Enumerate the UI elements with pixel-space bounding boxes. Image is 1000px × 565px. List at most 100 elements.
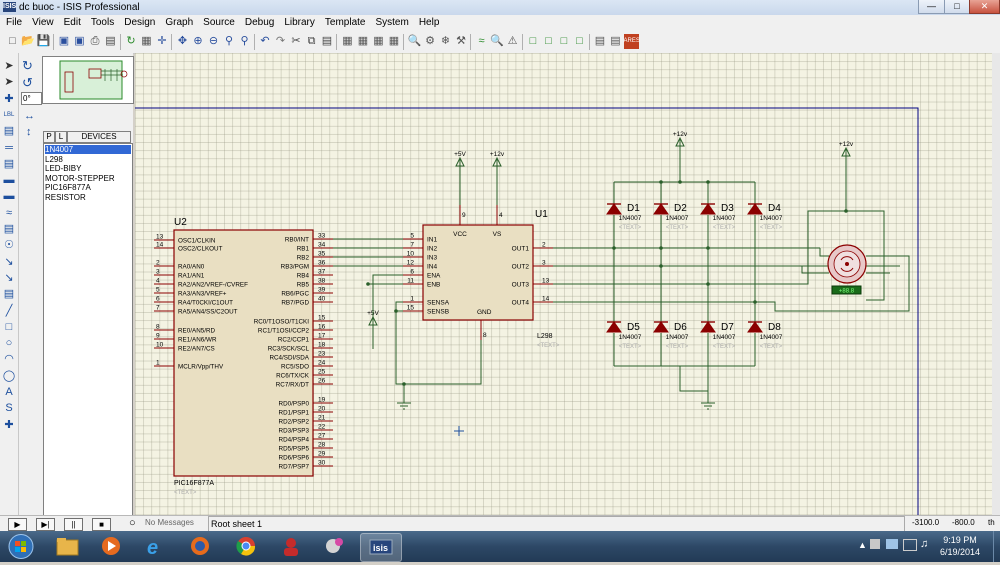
electrical-check-icon[interactable]: ▤ bbox=[608, 34, 623, 49]
schematic-canvas[interactable]: U2 PIC16F877A <TEXT> 13 OSC1/CLKIN 14 OSC2/CLK… bbox=[135, 53, 992, 515]
device-item[interactable]: PIC16F877A bbox=[45, 183, 131, 192]
agent-taskbar-icon[interactable] bbox=[271, 533, 311, 560]
menu-graph[interactable]: Graph bbox=[160, 15, 198, 31]
maximize-button[interactable]: □ bbox=[944, 0, 970, 14]
isis-taskbar-icon[interactable]: isis bbox=[360, 533, 402, 562]
wire-autorouter-icon[interactable]: ≈ bbox=[474, 34, 489, 49]
virtual-instrument-icon[interactable]: ▤ bbox=[2, 287, 16, 301]
explorer-taskbar-icon[interactable] bbox=[47, 533, 87, 560]
subcircuit-icon[interactable]: ▤ bbox=[2, 157, 16, 171]
redo-icon[interactable]: ↷ bbox=[273, 34, 288, 49]
stop-button[interactable]: ■ bbox=[92, 518, 111, 531]
minimize-button[interactable]: — bbox=[918, 0, 945, 14]
zoom-in-icon[interactable]: ⊕ bbox=[191, 34, 206, 49]
paste-icon[interactable]: ▤ bbox=[320, 34, 335, 49]
import-icon[interactable]: ▣ bbox=[57, 34, 72, 49]
decompose-icon[interactable]: ❄ bbox=[438, 34, 453, 49]
terminal-icon[interactable]: ▬ bbox=[2, 173, 16, 187]
menu-source[interactable]: Source bbox=[198, 15, 240, 31]
refresh-icon[interactable]: ↻ bbox=[124, 34, 139, 49]
new-file-icon[interactable]: □ bbox=[5, 34, 20, 49]
mirror-vertical-icon[interactable]: ↕ bbox=[26, 126, 32, 138]
text-icon[interactable]: A bbox=[2, 385, 16, 399]
device-item[interactable]: RESISTOR bbox=[45, 193, 131, 202]
battery-icon[interactable] bbox=[886, 539, 898, 549]
close-button[interactable]: ✕ bbox=[969, 0, 1000, 14]
menu-file[interactable]: File bbox=[1, 15, 27, 31]
menu-template[interactable]: Template bbox=[320, 15, 371, 31]
menu-view[interactable]: View bbox=[27, 15, 59, 31]
tab-library[interactable]: L bbox=[55, 131, 67, 143]
ie-taskbar-icon[interactable]: e bbox=[135, 533, 175, 560]
overview-window[interactable] bbox=[42, 56, 134, 104]
junction-dot-icon[interactable]: ✚ bbox=[2, 92, 16, 106]
bulb-taskbar-icon[interactable] bbox=[315, 533, 355, 560]
zoom-all-icon[interactable]: ⚲ bbox=[222, 34, 237, 49]
media-player-taskbar-icon[interactable] bbox=[91, 533, 131, 560]
voltage-probe-icon[interactable]: ↘ bbox=[2, 255, 16, 269]
current-probe-icon[interactable]: ↘ bbox=[2, 271, 16, 285]
open-file-icon[interactable]: 📂 bbox=[21, 34, 36, 49]
device-pin-icon[interactable]: ▬ bbox=[2, 189, 16, 203]
export-icon[interactable]: ▣ bbox=[72, 34, 87, 49]
symbol-icon[interactable]: S bbox=[2, 401, 16, 415]
network-icon[interactable] bbox=[903, 539, 917, 551]
print-icon[interactable]: ⎙ bbox=[88, 34, 103, 49]
device-item[interactable]: MOTOR-STEPPER bbox=[45, 174, 131, 183]
new-sheet-icon[interactable]: □ bbox=[526, 34, 541, 49]
text-script-icon[interactable]: ▤ bbox=[2, 124, 16, 138]
tape-recorder-icon[interactable]: ▤ bbox=[2, 222, 16, 236]
menu-help[interactable]: Help bbox=[414, 15, 445, 31]
clock[interactable]: 9:19 PM 6/19/2014 bbox=[930, 534, 990, 558]
copy-icon[interactable]: ⧉ bbox=[304, 34, 319, 49]
packaging-icon[interactable]: ⚒ bbox=[454, 34, 469, 49]
menu-tools[interactable]: Tools bbox=[86, 15, 119, 31]
box-icon[interactable]: □ bbox=[2, 320, 16, 334]
component-mode-icon[interactable]: ➤ bbox=[2, 75, 16, 89]
remove-sheet-icon[interactable]: □ bbox=[541, 34, 556, 49]
tray-expand-icon[interactable]: ▲ bbox=[858, 540, 867, 550]
graph-icon[interactable]: ≈ bbox=[2, 206, 16, 220]
pause-button[interactable]: || bbox=[64, 518, 83, 531]
path-icon[interactable]: ◯ bbox=[2, 369, 16, 383]
undo-icon[interactable]: ↶ bbox=[258, 34, 273, 49]
rotate-ccw-icon[interactable]: ↺ bbox=[22, 76, 36, 90]
rotate-cw-icon[interactable]: ↻ bbox=[22, 59, 36, 73]
wire-label-icon[interactable]: LBL bbox=[2, 108, 16, 122]
zoom-child-icon[interactable]: □ bbox=[572, 34, 587, 49]
tab-pick[interactable]: P bbox=[43, 131, 55, 143]
mirror-horizontal-icon[interactable]: ↔ bbox=[24, 110, 35, 122]
search-tag-icon[interactable]: 🔍 bbox=[490, 34, 505, 49]
block-copy-icon[interactable]: ▦ bbox=[340, 34, 355, 49]
zoom-out-icon[interactable]: ⊖ bbox=[206, 34, 221, 49]
start-button[interactable] bbox=[1, 531, 41, 562]
menu-debug[interactable]: Debug bbox=[240, 15, 279, 31]
chrome-taskbar-icon[interactable] bbox=[226, 533, 266, 560]
line-icon[interactable]: ╱ bbox=[2, 304, 16, 318]
bus-icon[interactable]: ═ bbox=[2, 141, 16, 155]
device-item[interactable]: LED-BIBY bbox=[45, 164, 131, 173]
block-move-icon[interactable]: ▦ bbox=[356, 34, 371, 49]
selection-mode-icon[interactable]: ➤ bbox=[2, 59, 16, 73]
property-tool-icon[interactable]: ⚠ bbox=[505, 34, 520, 49]
menu-library[interactable]: Library bbox=[279, 15, 320, 31]
rotation-angle-field[interactable]: 0° bbox=[21, 92, 42, 105]
pan-icon[interactable]: ✥ bbox=[175, 34, 190, 49]
goto-sheet-icon[interactable]: □ bbox=[557, 34, 572, 49]
device-item[interactable]: L298 bbox=[45, 155, 131, 164]
block-delete-icon[interactable]: ▦ bbox=[387, 34, 402, 49]
play-button[interactable]: ▶ bbox=[8, 518, 27, 531]
grid-icon[interactable]: ▦ bbox=[139, 34, 154, 49]
circle-icon[interactable]: ○ bbox=[2, 336, 16, 350]
marker-icon[interactable]: ✚ bbox=[2, 418, 16, 432]
menu-design[interactable]: Design bbox=[119, 15, 160, 31]
menu-system[interactable]: System bbox=[370, 15, 413, 31]
bill-of-materials-icon[interactable]: ▤ bbox=[593, 34, 608, 49]
zoom-area-icon[interactable]: ⚲ bbox=[237, 34, 252, 49]
generator-icon[interactable]: ☉ bbox=[2, 238, 16, 252]
make-device-icon[interactable]: ⚙ bbox=[423, 34, 438, 49]
show-desktop-button[interactable] bbox=[993, 531, 1000, 562]
device-list[interactable]: 1N4007 L298 LED-BIBY MOTOR-STEPPER PIC16F877… bbox=[43, 143, 133, 516]
arc-icon[interactable]: ◠ bbox=[2, 352, 16, 366]
device-item[interactable]: 1N4007 bbox=[45, 145, 131, 154]
